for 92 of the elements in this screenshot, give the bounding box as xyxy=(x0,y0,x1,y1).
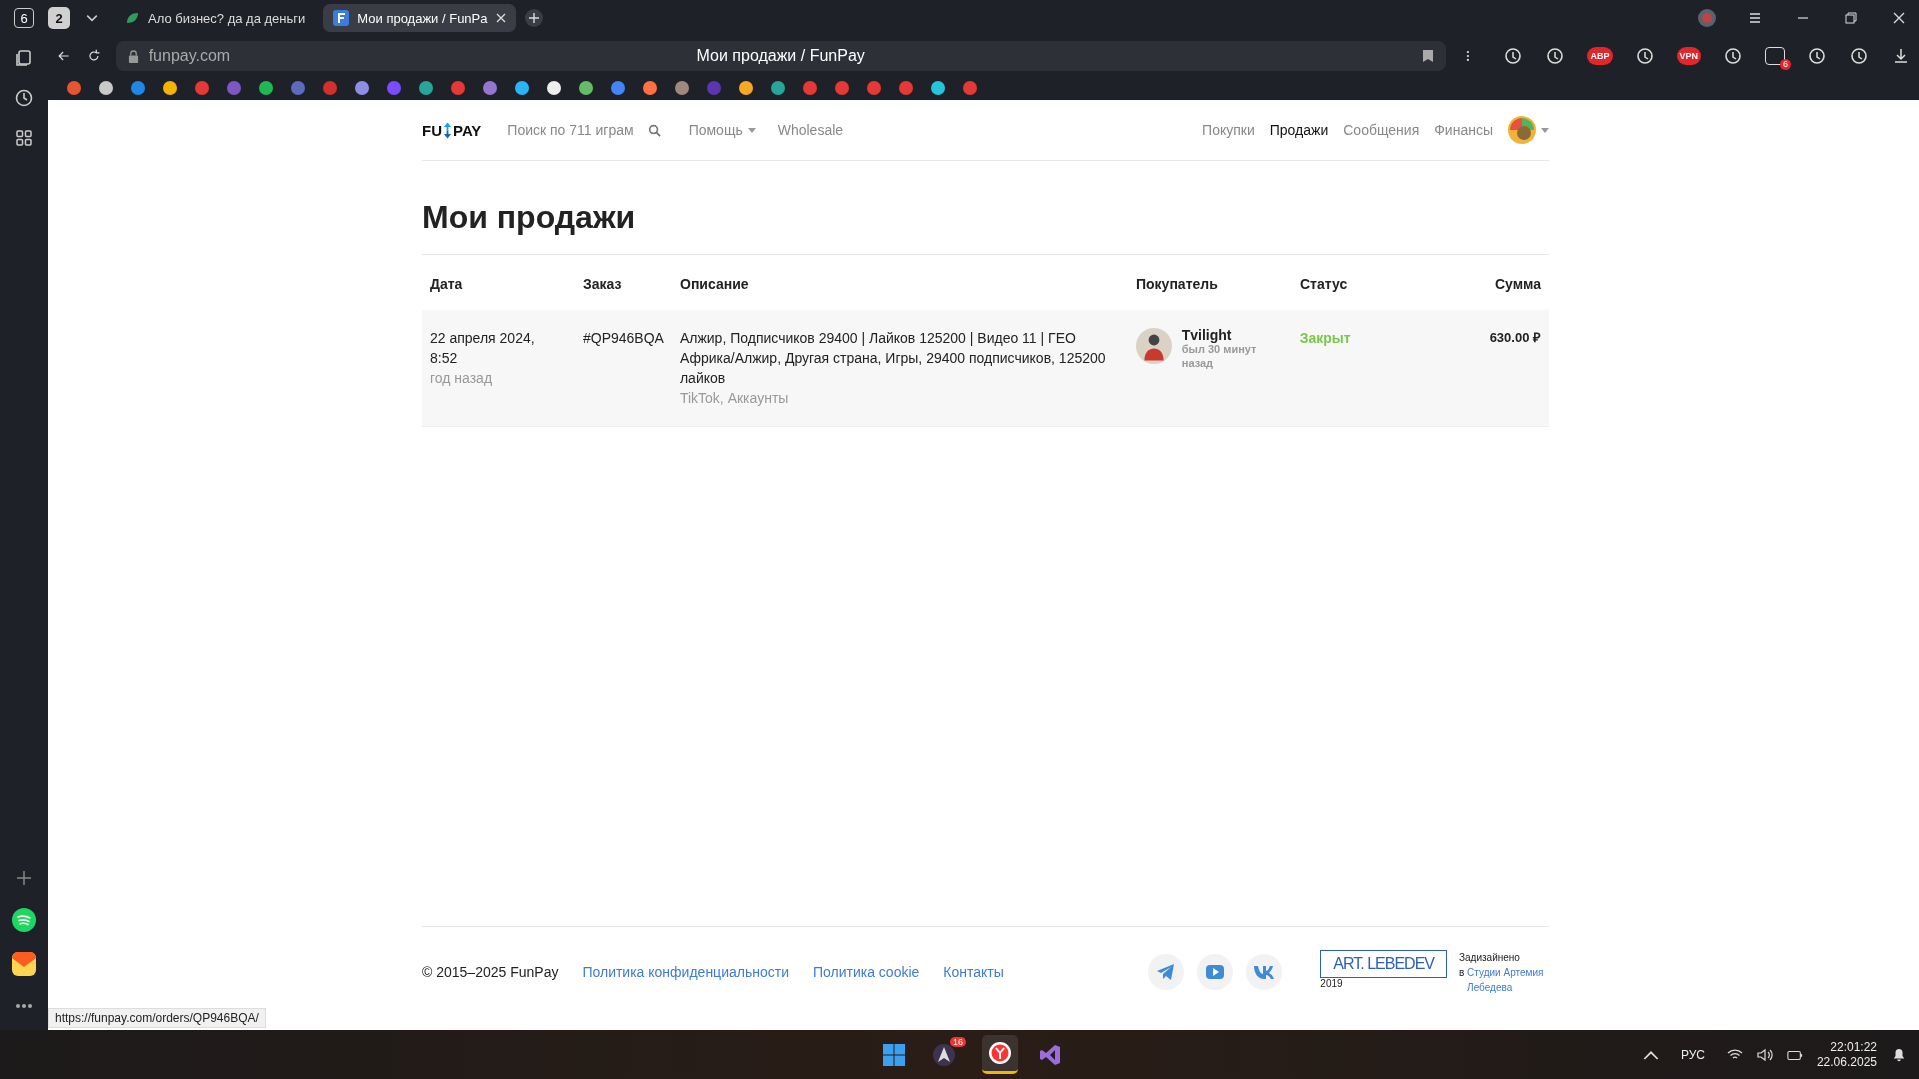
nav-link[interactable]: Сообщения xyxy=(1343,122,1420,138)
extension-button[interactable]: ABP xyxy=(1587,47,1613,65)
extension-icon[interactable] xyxy=(1849,46,1869,66)
bookmark-icon[interactable] xyxy=(1421,49,1434,63)
column-header: Сумма xyxy=(1493,275,1542,294)
profile-icon[interactable] xyxy=(1697,8,1717,28)
caret-icon[interactable] xyxy=(1541,127,1549,133)
extension-icon[interactable] xyxy=(1634,46,1655,66)
mail-app-icon[interactable] xyxy=(12,952,36,976)
browser-tab[interactable]: Ало бизнес? да да деньги xyxy=(114,4,316,32)
search-icon[interactable] xyxy=(647,123,661,137)
column-header: Описание xyxy=(679,275,750,294)
bookmark-icon[interactable] xyxy=(258,80,274,96)
volume-icon[interactable] xyxy=(1756,1047,1773,1062)
relative-time: год назад xyxy=(430,369,494,388)
browser-tab[interactable]: Мои продажи / FunPa xyxy=(323,4,516,32)
notification-badge: 16 xyxy=(950,1036,966,1047)
extension-icon[interactable] xyxy=(1723,46,1743,66)
apps-grid-icon[interactable] xyxy=(14,128,34,148)
bookmark-icon[interactable] xyxy=(354,80,370,96)
buyer-name[interactable]: Tvilight xyxy=(1181,328,1277,342)
start-icon[interactable] xyxy=(882,1042,906,1067)
bookmark-icon[interactable] xyxy=(546,80,562,96)
footer-link[interactable]: Контакты xyxy=(943,964,1004,980)
nav-link[interactable]: Wholesale xyxy=(777,122,844,138)
caret-icon[interactable] xyxy=(747,127,756,133)
bookmark-icon[interactable] xyxy=(738,80,754,96)
studio-year: 2019 xyxy=(1320,977,1344,989)
order-description: Алжир, Подписчиков 29400 | Лайков 125200 | Видео 11 | ГЕО Африка/Алжир, Другая страна, Игры, 29400 подписчиков, 125200 лайков xyxy=(679,329,1107,388)
add-icon[interactable] xyxy=(14,868,34,888)
order-id: #QP946BQA xyxy=(582,329,664,348)
order-row[interactable] xyxy=(422,310,1549,427)
address-bar[interactable]: funpay.com Мои продажи / FunPay xyxy=(115,41,1446,71)
extension-icon[interactable] xyxy=(1503,46,1524,66)
help-menu[interactable]: Помощь xyxy=(688,122,756,138)
order-date: 22 апреля 2024, 8:52 xyxy=(430,329,536,368)
bookmark-icon[interactable] xyxy=(98,80,114,96)
page-heading: Мои продажи xyxy=(422,161,1549,255)
avatar xyxy=(1135,328,1172,364)
bookmark-icon[interactable] xyxy=(514,80,530,96)
bookmark-icon[interactable] xyxy=(642,80,658,96)
social-icon[interactable] xyxy=(1246,954,1283,990)
column-header: Дата xyxy=(429,275,464,294)
leaf-icon xyxy=(124,10,140,26)
last-seen: был 30 минут назад xyxy=(1181,343,1258,370)
designed-label: Задизайнено xyxy=(1459,950,1521,965)
extension-icon[interactable] xyxy=(1807,46,1827,66)
column-header: Заказ xyxy=(582,275,623,294)
order-status: Закрыт xyxy=(1299,329,1352,348)
search-field[interactable]: Поиск по 711 играм xyxy=(507,122,661,138)
browser-icon[interactable] xyxy=(988,1041,1012,1065)
language-indicator[interactable]: РУС xyxy=(1680,1047,1705,1062)
tab-counter[interactable]: 6 xyxy=(14,8,34,28)
bookmark-icon[interactable] xyxy=(578,80,594,96)
nav-link[interactable]: Финансы xyxy=(1434,122,1493,138)
notification-icon[interactable] xyxy=(1891,1047,1907,1062)
extension-button[interactable]: VPN xyxy=(1676,47,1701,65)
column-header: Покупатель xyxy=(1135,275,1219,294)
new-tab-icon[interactable] xyxy=(523,8,544,28)
studio-link[interactable]: Студии Артемия Лебедева xyxy=(1467,964,1548,995)
letter-tile-icon xyxy=(333,10,350,26)
ribbon-app-icon[interactable] xyxy=(1038,1042,1062,1067)
nav-link[interactable]: Продажи xyxy=(1269,122,1329,138)
extension-icon[interactable] xyxy=(1545,46,1566,66)
order-amount: 630.00 ₽ xyxy=(1489,329,1541,347)
studio-logo[interactable]: ART. LEBEDEV xyxy=(1320,949,1447,978)
avatar[interactable] xyxy=(1507,115,1537,145)
link-preview: https://funpay.com/orders/QP946BQA/ xyxy=(48,1008,266,1028)
footer-link[interactable]: Политика конфиденциальности xyxy=(582,964,789,980)
nav-link[interactable]: Покупки xyxy=(1202,122,1255,138)
lock-icon xyxy=(127,49,139,63)
music-app-icon[interactable] xyxy=(12,908,36,932)
collections-icon[interactable] xyxy=(14,48,34,68)
tab-group-counter[interactable]: 2 xyxy=(48,7,70,29)
chevron-down-icon[interactable] xyxy=(86,14,98,22)
clock[interactable]: 22:01:22 22.06.2025 xyxy=(1816,1039,1877,1070)
copyright: © 2015–2025 FunPay xyxy=(422,964,559,980)
designed-by-text: в Студии Артемия Лебедева xyxy=(1459,964,1549,995)
page-title: Мои продажи / FunPay xyxy=(696,47,865,65)
footer-link[interactable]: Политика cookie xyxy=(812,964,920,980)
column-header: Статус xyxy=(1299,275,1349,294)
bookmark-icon[interactable] xyxy=(162,80,178,96)
history-icon[interactable] xyxy=(14,88,34,108)
bookmark-icon[interactable] xyxy=(930,80,946,96)
close-icon[interactable] xyxy=(495,13,506,23)
video-play-icon[interactable] xyxy=(1197,954,1234,990)
site-logo[interactable]: FU PAY xyxy=(422,121,482,139)
order-category: TikTok, Аккаунты xyxy=(679,389,790,408)
url-text: funpay.com xyxy=(148,47,231,65)
taskbar-button[interactable] xyxy=(982,1035,1018,1074)
count-badge: 6 xyxy=(1780,59,1791,70)
paper-plane-icon[interactable] xyxy=(1148,954,1185,990)
